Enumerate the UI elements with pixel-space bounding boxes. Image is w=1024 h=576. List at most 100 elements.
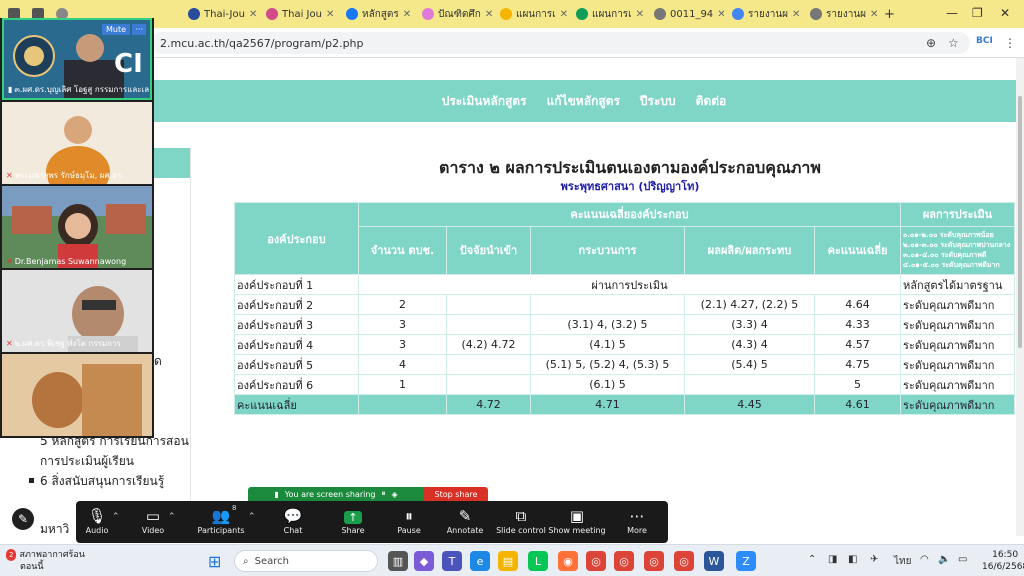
word-icon[interactable]: W (704, 551, 724, 571)
tray-app-icon[interactable]: ◧ (848, 554, 857, 565)
teams-icon[interactable]: T (442, 551, 462, 571)
more-button[interactable]: ⋯ More (608, 506, 666, 535)
close-tab-icon[interactable]: ✕ (249, 9, 256, 20)
svg-text:CI: CI (114, 49, 143, 79)
weather-widget[interactable]: 2 สภาพอากาศร้อน ตอนนี้ (6, 549, 85, 573)
participant-video (2, 186, 152, 268)
slide-control-button[interactable]: ⧉ Slide control (492, 506, 550, 535)
close-tab-icon[interactable]: ✕ (403, 9, 411, 20)
share-button[interactable]: ↑ Share (324, 506, 382, 535)
firefox-icon[interactable]: ◉ (558, 551, 578, 571)
language-indicator[interactable]: ไทย (894, 554, 911, 569)
menu-kebab-icon[interactable]: ⋮ (1004, 36, 1016, 50)
participants-button[interactable]: 👥 Participants (192, 506, 250, 535)
table-row: องค์ประกอบที่ 1 ผ่านการประเมิน หลักสูตรไ… (234, 274, 1015, 295)
file-explorer-icon[interactable]: ▤ (498, 551, 518, 571)
tab-thaijo-1[interactable]: Thai-Jou ✕ (182, 4, 256, 24)
pen-icon[interactable]: ✎ (12, 508, 34, 530)
battery-icon[interactable]: ▭ (958, 554, 967, 565)
close-window-icon[interactable]: ✕ (1000, 6, 1010, 20)
chevron-up-icon[interactable]: ⌃ (808, 554, 816, 565)
close-tab-icon[interactable]: ✕ (326, 9, 334, 20)
pause-small-icon[interactable]: ⏸ (382, 489, 386, 499)
task-view-icon[interactable]: ▥ (388, 551, 408, 571)
show-meeting-button[interactable]: ▣ Show meeting (548, 506, 606, 535)
chevron-up-icon[interactable]: ⌃ (112, 512, 120, 522)
annotate-button[interactable]: ✎ Annotate (436, 506, 494, 535)
new-tab-button[interactable]: + (878, 4, 898, 24)
minimize-icon[interactable]: — (946, 6, 958, 20)
sidebar-item-partial[interactable]: ด (154, 352, 162, 371)
line-icon[interactable]: L (528, 551, 548, 571)
zoom-icon[interactable]: ⊕ (926, 36, 936, 50)
pause-share-button[interactable]: ⏸ Pause (380, 506, 438, 535)
thaijo-icon (266, 8, 278, 20)
participant-tile-4[interactable]: ✕ ๒.ผศ.ดร.พิเชฐ ทั่งโต กรรมการ (2, 270, 152, 352)
close-tab-icon[interactable]: ✕ (636, 9, 644, 20)
wifi-icon[interactable]: ◠ (920, 554, 929, 565)
windows-start-icon[interactable]: ⊞ (208, 552, 221, 571)
scrollbar-thumb[interactable] (1018, 96, 1022, 348)
th-result: ผลการประเมิน (900, 202, 1015, 227)
sidebar-item-6[interactable]: 6 สิ่งสนับสนุนการเรียนรู้ (40, 472, 164, 491)
participant-name: ✕ Dr.Benjamas Suwannawong (6, 257, 127, 266)
tab-plan-1[interactable]: แผนการเ ✕ (494, 4, 568, 24)
chrome-icon[interactable]: ◎ (614, 551, 634, 571)
bookmark-star-icon[interactable]: ☆ (948, 36, 959, 50)
nav-evaluate[interactable]: ประเมินหลักสูตร (442, 92, 527, 111)
tab-pantit[interactable]: ปัณฑิตศึก ✕ (416, 4, 492, 24)
participant-tile-1[interactable]: CI Mute ··· ▮ ๓.ผศ.ดร.บุญเลิศ โอฐสู กรรมก… (2, 18, 152, 100)
zoom-app-icon[interactable]: Z (736, 551, 756, 571)
restore-icon[interactable]: ❐ (972, 6, 983, 20)
edge-icon[interactable]: e (470, 551, 490, 571)
chrome-icon[interactable]: ◎ (586, 551, 606, 571)
copilot-icon[interactable]: ◆ (414, 551, 434, 571)
participant-name: ▮ ๓.ผศ.ดร.บุญเลิศ โอฐสู กรรมการและเล... (8, 85, 152, 94)
close-tab-icon[interactable]: ✕ (485, 9, 492, 20)
drive-icon (732, 8, 744, 20)
participant-tile-5[interactable] (2, 354, 152, 436)
tab-facebook[interactable]: หลักสูตร ✕ (340, 4, 414, 24)
nav-contact[interactable]: ติดต่อ (696, 92, 727, 111)
participant-name: ✕ ๒.ผศ.ดร.พิเชฐ ทั่งโต กรรมการ (6, 339, 121, 348)
volume-icon[interactable]: 🔈 (938, 554, 950, 565)
tab-0011[interactable]: 0011_94 ✕ (648, 4, 724, 24)
extension-icon[interactable]: BCI (976, 36, 993, 46)
participant-tile-3[interactable]: ✕ Dr.Benjamas Suwannawong (2, 186, 152, 268)
tab-plan-2[interactable]: แผนการเ ✕ (570, 4, 646, 24)
mic-icon: ▮ (8, 85, 13, 94)
mute-button[interactable]: Mute (101, 24, 130, 35)
sidebar-item-5-sub[interactable]: การประเมินผู้เรียน (40, 452, 134, 471)
bullet (29, 478, 34, 483)
th-input: ปัจจัยนำเข้า (446, 225, 531, 276)
more-options-button[interactable]: ··· (132, 24, 146, 35)
chevron-up-icon[interactable]: ⌃ (168, 512, 176, 522)
participant-tile-2[interactable]: ✕ พระมหาสุพร รักษ์ธมฺโม, ผศ.ดร. (2, 102, 152, 184)
th-avg: คะแนนเฉลี่ย (814, 225, 901, 276)
chevron-down-icon[interactable]: ⌄ (70, 440, 78, 451)
participant-panel: CI Mute ··· ▮ ๓.ผศ.ดร.บุญเลิศ โอฐสู กรรมก… (0, 18, 154, 451)
taskbar-search[interactable]: ⌕ Search (234, 550, 378, 572)
tab-report-2[interactable]: รายงานผ ✕ (804, 4, 878, 24)
chrome-icon[interactable]: ◎ (644, 551, 664, 571)
close-tab-icon[interactable]: ✕ (792, 9, 800, 20)
close-tab-icon[interactable]: ✕ (560, 9, 568, 20)
tray-app-icon[interactable]: ◨ (828, 554, 837, 565)
chrome-icon[interactable]: ◎ (674, 551, 694, 571)
taskbar-clock[interactable]: 16:50 16/6/2568 (982, 549, 1024, 573)
chat-button[interactable]: 💬 Chat (264, 506, 322, 535)
tab-thaijo-2[interactable]: Thai Jou ✕ (260, 4, 338, 24)
stop-share-button[interactable]: Stop share (424, 487, 488, 501)
chevron-up-icon[interactable]: ⌃ (248, 512, 256, 522)
url-field[interactable]: 2.mcu.ac.th/qa2567/program/p2.php (150, 32, 970, 54)
th-output: ผลผลิต/ผลกระทบ (684, 225, 815, 276)
nav-year[interactable]: ปีระบบ (640, 92, 676, 111)
tab-report-1[interactable]: รายงานผ ✕ (726, 4, 802, 24)
th-process: กระบวนการ (530, 225, 685, 276)
tray-app-icon[interactable]: ✈ (870, 554, 878, 565)
nav-edit[interactable]: แก้ไขหลักสูตร (547, 92, 620, 111)
close-tab-icon[interactable]: ✕ (717, 9, 724, 20)
close-tab-icon[interactable]: ✕ (870, 9, 878, 20)
drive-icon (500, 8, 512, 20)
average-row: คะแนนเฉลี่ย 4.72 4.71 4.45 4.61 ระดับคุณ… (234, 394, 1015, 415)
